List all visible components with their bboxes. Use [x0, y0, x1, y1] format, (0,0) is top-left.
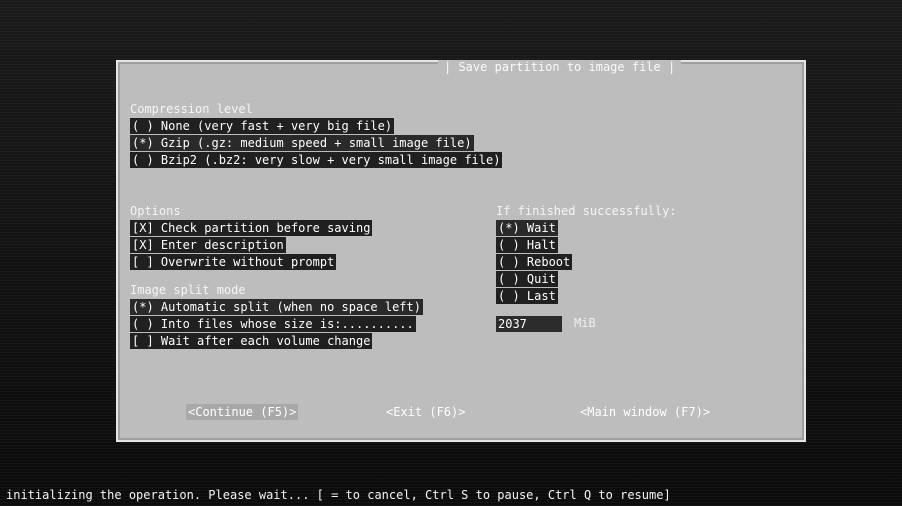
dialog-title: | Save partition to image file | — [438, 60, 682, 74]
finished-heading: If finished successfully: — [496, 204, 677, 218]
status-bar: initializing the operation. Please wait.… — [6, 488, 671, 502]
finished-halt-radio[interactable]: ( ) Halt — [496, 237, 558, 253]
finished-quit-radio[interactable]: ( ) Quit — [496, 271, 558, 287]
terminal-screen: | Save partition to image file | Compres… — [0, 0, 902, 506]
compression-none-radio[interactable]: ( ) None (very fast + very big file) — [130, 118, 395, 134]
compression-gzip-radio[interactable]: (*) Gzip (.gz: medium speed + small imag… — [130, 135, 474, 151]
split-size-input[interactable]: 2037 — [496, 316, 562, 332]
continue-button[interactable]: <Continue (F5)> — [186, 404, 299, 420]
split-size-unit: MiB — [574, 316, 596, 330]
save-partition-dialog: | Save partition to image file | Compres… — [116, 60, 806, 442]
split-heading: Image split mode — [130, 283, 246, 297]
compression-heading: Compression level — [130, 102, 253, 116]
check-partition-checkbox[interactable]: [X] Check partition before saving — [130, 220, 373, 236]
compression-bzip2-radio[interactable]: ( ) Bzip2 (.bz2: very slow + very small … — [130, 152, 503, 168]
finished-wait-radio[interactable]: (*) Wait — [496, 220, 558, 236]
enter-description-checkbox[interactable]: [X] Enter description — [130, 237, 286, 253]
wait-volume-change-checkbox[interactable]: [ ] Wait after each volume change — [130, 333, 373, 349]
options-heading: Options — [130, 204, 181, 218]
finished-reboot-radio[interactable]: ( ) Reboot — [496, 254, 573, 270]
split-size-radio[interactable]: ( ) Into files whose size is:.......... — [130, 316, 416, 332]
split-automatic-radio[interactable]: (*) Automatic split (when no space left) — [130, 299, 423, 315]
overwrite-checkbox[interactable]: [ ] Overwrite without prompt — [130, 254, 337, 270]
main-window-button[interactable]: <Main window (F7)> — [580, 404, 710, 420]
finished-last-radio[interactable]: ( ) Last — [496, 288, 558, 304]
exit-button[interactable]: <Exit (F6)> — [386, 404, 465, 420]
